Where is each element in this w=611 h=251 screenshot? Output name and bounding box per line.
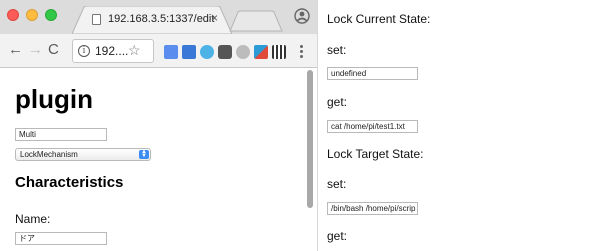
- tab-close-icon[interactable]: ×: [211, 11, 218, 25]
- name-input[interactable]: ドア: [15, 232, 107, 245]
- page-scrollbar[interactable]: [305, 68, 315, 251]
- select-arrows-icon: ▲ ▼: [139, 149, 149, 159]
- scrollbar-thumb[interactable]: [307, 70, 313, 208]
- accessory-type-select[interactable]: LockMechanism ▲ ▼: [15, 148, 151, 161]
- new-tab-button[interactable]: [229, 10, 283, 32]
- back-button[interactable]: ←: [8, 42, 23, 58]
- lock-target-state-label: Lock Target State:: [327, 147, 424, 161]
- extension-icon[interactable]: [182, 45, 196, 59]
- page-viewport: plugin Multi LockMechanism ▲ ▼ Characteri…: [0, 68, 317, 251]
- document-icon: [92, 14, 101, 25]
- window-close-button[interactable]: [7, 9, 19, 21]
- window-zoom-button[interactable]: [45, 9, 57, 21]
- address-url: 192....: [95, 44, 129, 58]
- set-label-target: set:: [327, 177, 347, 191]
- translate-extension-icon[interactable]: [164, 45, 178, 59]
- more-vertical-icon[interactable]: [300, 45, 303, 60]
- lock-current-state-label: Lock Current State:: [327, 12, 431, 26]
- address-bar[interactable]: i 192....: [72, 39, 154, 63]
- tab-edit[interactable]: 192.168.3.5:1337/edit ×: [72, 6, 232, 34]
- current-state-set-input[interactable]: undefined: [327, 67, 418, 80]
- reload-button[interactable]: C: [48, 42, 59, 58]
- extension-grey-icon[interactable]: [236, 45, 250, 59]
- extension-color-icon[interactable]: [254, 45, 268, 59]
- current-state-get-input[interactable]: cat /home/pi/test1.txt: [327, 120, 418, 133]
- tab-title: 192.168.3.5:1337/edit: [108, 13, 215, 25]
- select-value: LockMechanism: [20, 150, 78, 159]
- name-label: Name:: [15, 212, 51, 226]
- account-circle-icon[interactable]: [294, 8, 310, 24]
- set-label-current: set:: [327, 43, 347, 57]
- page-title: plugin: [15, 84, 93, 114]
- info-icon[interactable]: i: [78, 45, 90, 57]
- browser-window: 192.168.3.5:1337/edit × ← → C i 192.... …: [0, 0, 318, 251]
- extension-circle-icon[interactable]: [200, 45, 214, 59]
- forward-button[interactable]: →: [28, 42, 43, 58]
- get-label-target: get:: [327, 229, 348, 243]
- get-label-current: get:: [327, 95, 348, 109]
- browser-toolbar: ← → C i 192.... ☆: [0, 34, 317, 68]
- qr-code-icon[interactable]: [272, 45, 286, 59]
- characteristics-heading: Characteristics: [15, 174, 124, 191]
- bookmark-star-icon[interactable]: ☆: [128, 42, 141, 58]
- tab-strip: 192.168.3.5:1337/edit ×: [0, 0, 317, 34]
- plugin-name-input[interactable]: Multi: [15, 128, 107, 141]
- window-minimize-button[interactable]: [26, 9, 38, 21]
- camera-icon[interactable]: [218, 45, 232, 59]
- target-state-set-input[interactable]: /bin/bash /home/pi/scrip: [327, 202, 418, 215]
